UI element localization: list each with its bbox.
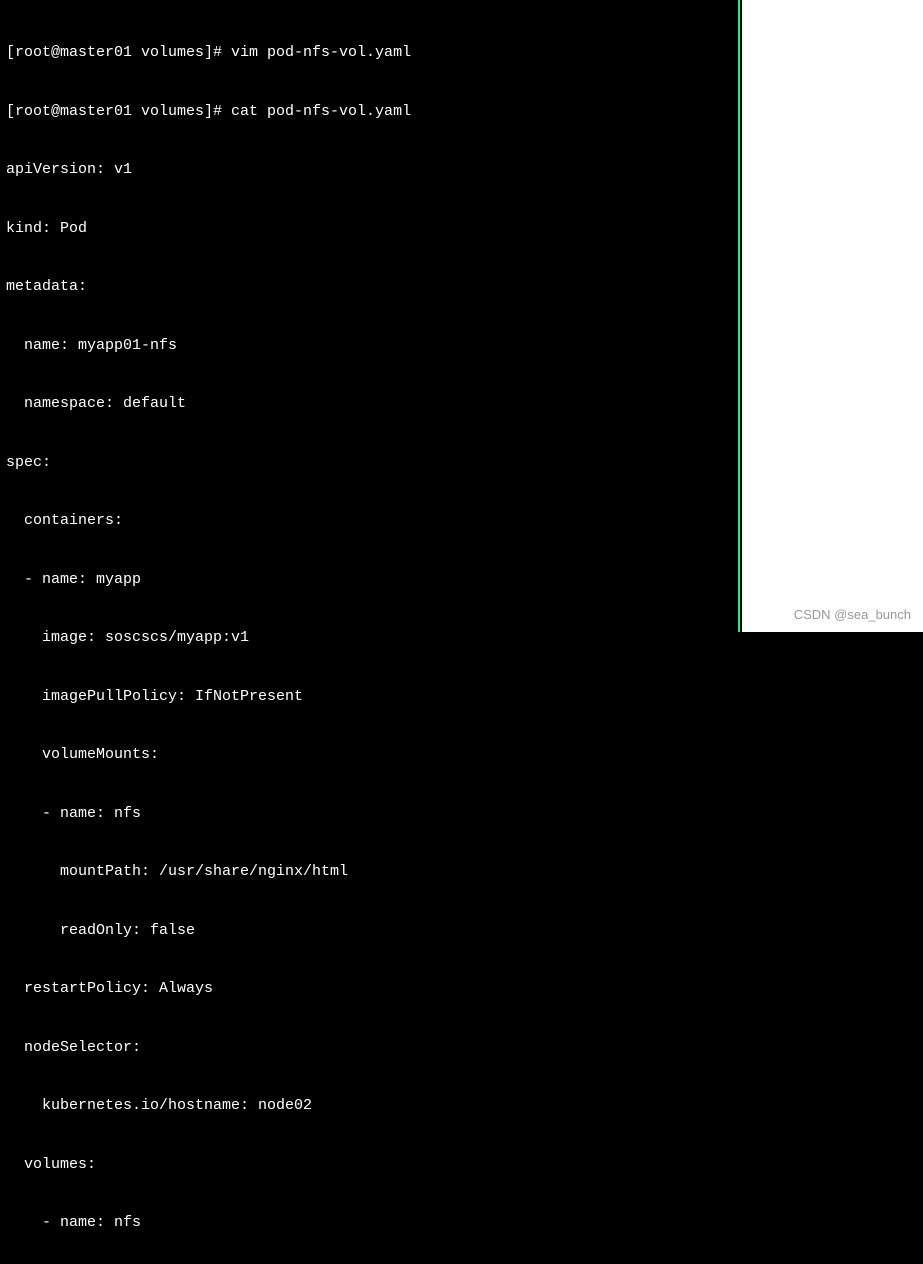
yaml-line: spec:: [6, 453, 732, 473]
yaml-line: - name: nfs: [6, 1213, 732, 1233]
yaml-line: image: soscscs/myapp:v1: [6, 628, 732, 648]
yaml-line: - name: nfs: [6, 804, 732, 824]
yaml-line: volumes:: [6, 1155, 732, 1175]
prompt-line-1: [root@master01 volumes]# vim pod-nfs-vol…: [6, 43, 732, 63]
yaml-line: nodeSelector:: [6, 1038, 732, 1058]
terminal-pane[interactable]: [root@master01 volumes]# vim pod-nfs-vol…: [0, 0, 740, 632]
prompt-line-2: [root@master01 volumes]# cat pod-nfs-vol…: [6, 102, 732, 122]
yaml-line: namespace: default: [6, 394, 732, 414]
watermark-text: CSDN @sea_bunch: [794, 607, 911, 624]
yaml-line: apiVersion: v1: [6, 160, 732, 180]
yaml-line: restartPolicy: Always: [6, 979, 732, 999]
yaml-line: readOnly: false: [6, 921, 732, 941]
yaml-line: kind: Pod: [6, 219, 732, 239]
yaml-line: mountPath: /usr/share/nginx/html: [6, 862, 732, 882]
yaml-line: name: myapp01-nfs: [6, 336, 732, 356]
yaml-line: kubernetes.io/hostname: node02: [6, 1096, 732, 1116]
yaml-line: imagePullPolicy: IfNotPresent: [6, 687, 732, 707]
yaml-line: metadata:: [6, 277, 732, 297]
yaml-line: containers:: [6, 511, 732, 531]
yaml-line: - name: myapp: [6, 570, 732, 590]
side-panel: [742, 0, 923, 632]
yaml-line: volumeMounts:: [6, 745, 732, 765]
